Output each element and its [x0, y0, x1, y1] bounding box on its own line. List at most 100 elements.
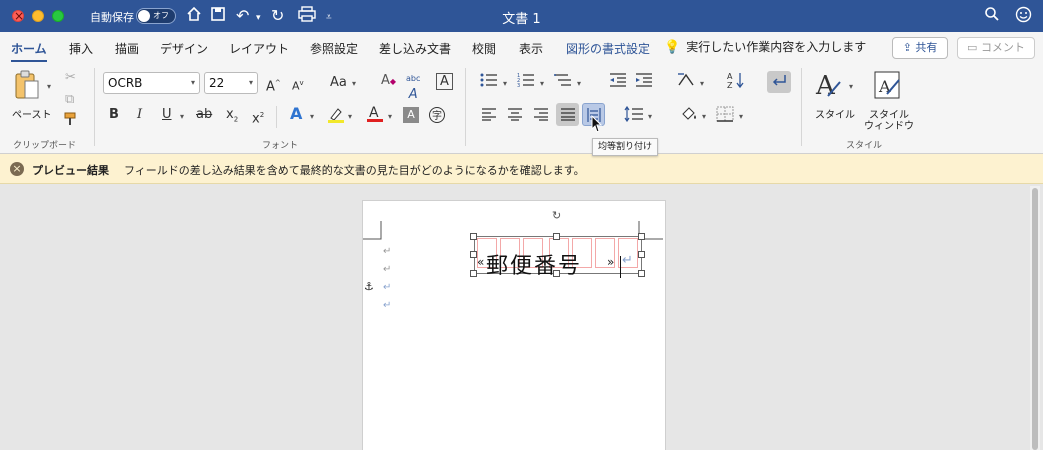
scrollbar-thumb[interactable] — [1032, 188, 1038, 450]
resize-handle[interactable] — [470, 251, 477, 258]
styles-label: スタイル — [815, 110, 855, 121]
svg-text:A: A — [878, 77, 891, 96]
strikethrough-button[interactable]: ab — [196, 107, 212, 123]
share-button[interactable]: ⇪ 共有 — [892, 37, 948, 59]
bold-button[interactable]: B — [109, 107, 119, 123]
subscript-button[interactable]: x2 — [226, 107, 238, 128]
superscript-label: x — [252, 111, 260, 127]
style-group-label: スタイル — [846, 141, 883, 151]
numbering-icon[interactable]: 123 — [517, 72, 535, 93]
line-spacing-dropdown-icon[interactable]: ▾ — [648, 112, 652, 121]
clipboard-icon — [15, 70, 39, 99]
tell-me-text: 実行したい作業内容を入力します — [686, 40, 867, 54]
align-right-icon[interactable] — [533, 107, 549, 126]
grow-font-button[interactable]: A^ — [266, 75, 281, 95]
field-bracket-icon: « — [477, 255, 485, 269]
shading-icon[interactable] — [680, 105, 698, 128]
align-center-icon[interactable] — [507, 107, 523, 126]
smiley-feedback-icon[interactable] — [1015, 6, 1032, 28]
tab-home[interactable]: ホーム — [11, 40, 47, 63]
paste-button[interactable] — [14, 70, 40, 100]
decrease-indent-icon[interactable] — [609, 72, 627, 93]
underline-button[interactable]: U — [162, 107, 172, 123]
svg-text:字: 字 — [432, 109, 442, 122]
resize-handle[interactable] — [638, 233, 645, 240]
highlight-dropdown-icon[interactable]: ▾ — [348, 112, 352, 121]
resize-handle[interactable] — [470, 270, 477, 277]
tab-draw[interactable]: 描画 — [115, 40, 139, 57]
shading-dropdown-icon[interactable]: ▾ — [702, 112, 706, 121]
font-group-label: フォント — [262, 141, 299, 151]
cut-icon[interactable]: ✂ — [65, 70, 76, 86]
font-size-combo[interactable]: 22 ▾ — [204, 72, 258, 94]
change-case-dropdown-icon[interactable]: ▾ — [352, 79, 356, 88]
multilevel-dropdown-icon[interactable]: ▾ — [577, 79, 581, 88]
superscript-button[interactable]: x2 — [252, 107, 264, 127]
postal-code-field[interactable]: 郵便番号 — [486, 248, 582, 280]
tab-mailings[interactable]: 差し込み文書 — [379, 40, 451, 57]
bullets-dropdown-icon[interactable]: ▾ — [503, 79, 507, 88]
align-left-icon[interactable] — [481, 107, 497, 126]
tab-layout[interactable]: レイアウト — [229, 40, 289, 57]
italic-button[interactable]: I — [137, 107, 142, 123]
change-case-button[interactable]: Aa — [330, 75, 347, 91]
character-border-icon[interactable]: A — [436, 73, 453, 90]
show-formatting-marks-button[interactable] — [767, 71, 791, 93]
underline-dropdown-icon[interactable]: ▾ — [180, 112, 184, 121]
font-color-icon[interactable]: A — [366, 104, 384, 129]
paragraph-mark-icon — [772, 75, 786, 86]
multilevel-list-icon[interactable] — [554, 72, 572, 93]
message-text: フィールドの差し込み結果を含めて最終的な文書の見た目がどのようになるかを確認しま… — [124, 164, 585, 177]
close-message-icon[interactable]: × — [10, 162, 24, 176]
copy-icon[interactable]: ⧉ — [65, 92, 74, 108]
styles-dropdown-icon[interactable]: ▾ — [849, 82, 853, 91]
tell-me-box[interactable]: 💡 実行したい作業内容を入力します — [664, 38, 866, 55]
paragraph-mark: ↵ — [383, 282, 392, 293]
tab-shape-format[interactable]: 図形の書式設定 — [566, 40, 650, 57]
tab-insert[interactable]: 挿入 — [69, 40, 93, 57]
text-effects-dropdown-icon[interactable]: ▾ — [310, 112, 314, 121]
styles-button[interactable]: A — [814, 70, 844, 105]
justify-icon — [560, 108, 575, 121]
title-bar: 自動保存 オフ ↶ ▾ ↻ ⩡ 文書 1 — [0, 0, 1043, 32]
resize-handle[interactable] — [638, 270, 645, 277]
highlight-color-icon[interactable] — [327, 106, 345, 129]
vertical-scrollbar[interactable] — [1030, 186, 1040, 450]
bullets-icon[interactable] — [480, 72, 498, 93]
sort-icon[interactable]: AZ — [727, 71, 745, 94]
font-name-combo[interactable]: OCRB ▾ — [103, 72, 200, 94]
chevron-down-icon: ▾ — [248, 78, 253, 87]
resize-handle[interactable] — [553, 233, 560, 240]
tab-view[interactable]: 表示 — [519, 40, 543, 57]
justify-button[interactable] — [556, 103, 579, 126]
format-painter-icon[interactable] — [64, 112, 80, 131]
enclosed-characters-icon[interactable]: 字 — [428, 106, 446, 129]
svg-text:A: A — [369, 105, 379, 121]
share-label: 共有 — [915, 41, 938, 54]
phonetic-guide-button[interactable]: abc A — [406, 71, 420, 104]
resize-handle[interactable] — [638, 251, 645, 258]
line-spacing-icon[interactable] — [624, 105, 644, 127]
numbering-dropdown-icon[interactable]: ▾ — [540, 79, 544, 88]
text-direction-dropdown-icon[interactable]: ▾ — [700, 79, 704, 88]
rotate-handle-icon[interactable]: ↻ — [552, 209, 561, 222]
tab-design[interactable]: デザイン — [160, 40, 208, 57]
chevron-down-icon: ▾ — [190, 78, 195, 87]
tab-review[interactable]: 校閲 — [472, 40, 496, 57]
text-effects-icon[interactable]: A — [290, 106, 302, 122]
styles-pane-button[interactable]: A — [873, 70, 903, 105]
increase-indent-icon[interactable] — [635, 72, 653, 93]
text-direction-icon[interactable] — [676, 71, 696, 94]
search-icon[interactable] — [984, 6, 1000, 27]
clear-formatting-icon[interactable]: A◆ — [381, 73, 396, 90]
resize-handle[interactable] — [470, 233, 477, 240]
tab-references[interactable]: 参照設定 — [310, 40, 358, 57]
shrink-font-button[interactable]: Av — [292, 75, 304, 95]
font-color-dropdown-icon[interactable]: ▾ — [388, 112, 392, 121]
comment-button[interactable]: ▭ コメント — [957, 37, 1035, 59]
borders-dropdown-icon[interactable]: ▾ — [739, 112, 743, 121]
borders-icon[interactable] — [716, 106, 734, 127]
paste-dropdown-icon[interactable]: ▾ — [47, 82, 51, 91]
character-shading-icon[interactable]: A — [403, 107, 419, 123]
paragraph-mark: ↵ — [622, 253, 633, 268]
